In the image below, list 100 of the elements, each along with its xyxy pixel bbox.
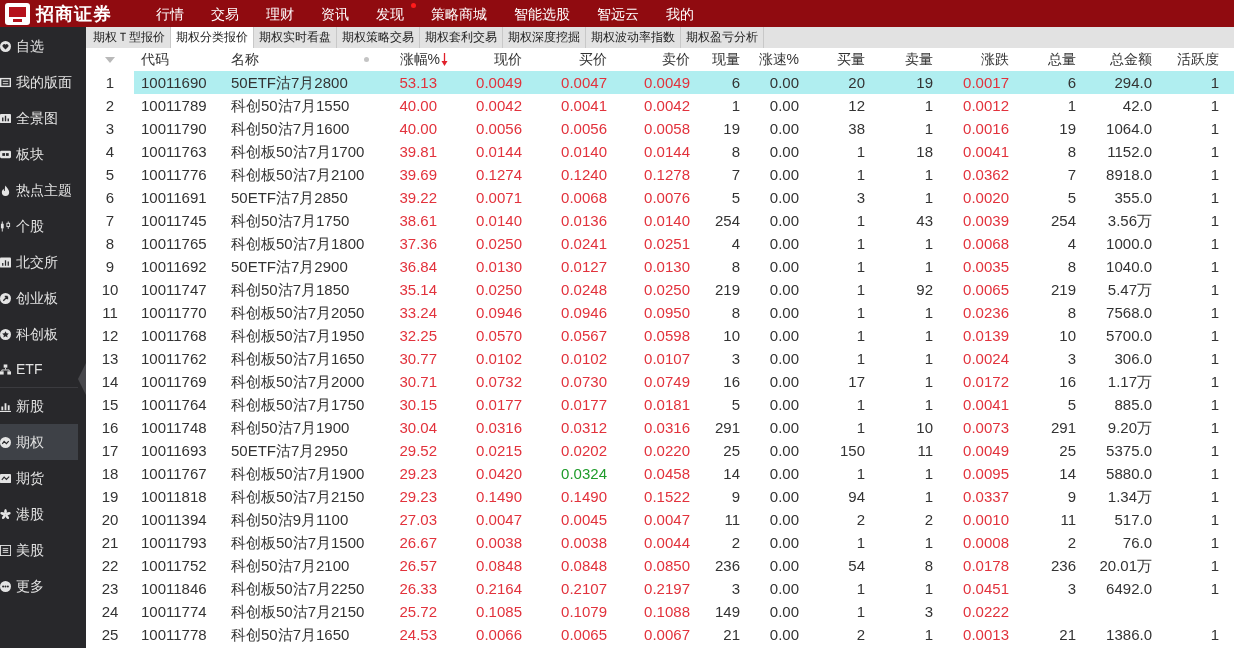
column-header[interactable]: 现量 <box>694 48 744 71</box>
column-header[interactable]: 活跃度 <box>1156 48 1234 71</box>
column-header[interactable]: 卖价 <box>611 48 694 71</box>
menu-item[interactable]: 行情 <box>156 2 184 25</box>
sidebar-item[interactable]: 个股 <box>0 208 78 244</box>
table-row[interactable]: 21 10011793 科创板50沽7月1500 26.67 0.0038 0.0038 0.0044 2 0.00 1 1 0.0008 2 76.0 1 <box>86 531 1234 554</box>
table-row[interactable]: 17 10011693 50ETF沽7月2950 29.52 0.0215 0.0202 0.0220 25 0.00 150 11 0.0049 25 5375.0 1 <box>86 439 1234 462</box>
row-number: 18 <box>100 464 120 484</box>
sidebar-item[interactable]: 科创板 <box>0 316 78 352</box>
sidebar-item[interactable]: 美股 <box>0 532 78 568</box>
table-row[interactable]: 23 10011846 科创板50沽7月2250 26.33 0.2164 0.2107 0.2197 3 0.00 1 1 0.0451 3 6492.0 1 <box>86 577 1234 600</box>
column-header[interactable]: 买价 <box>526 48 611 71</box>
table-row[interactable]: 13 10011762 科创板50沽7月1650 30.77 0.0102 0.0102 0.0107 3 0.00 1 1 0.0024 3 306.0 1 <box>86 347 1234 370</box>
table-row[interactable]: 9 10011692 50ETF沽7月2900 36.84 0.0130 0.0127 0.0130 8 0.00 1 1 0.0035 8 1040.0 1 <box>86 255 1234 278</box>
table-row[interactable]: 1 10011690 50ETF沽7月2800 53.13 0.0049 0.0047 0.0049 6 0.00 20 19 0.0017 6 294.0 1 <box>86 71 1234 94</box>
sidebar-item[interactable]: 自选 <box>0 28 78 64</box>
table-cell-text: 0.0073 <box>962 418 1010 438</box>
tab[interactable]: 期权策略交易 <box>337 27 420 48</box>
column-header[interactable]: 卖量 <box>869 48 937 71</box>
table-row[interactable]: 14 10011769 科创板50沽7月2000 30.71 0.0732 0.0730 0.0749 16 0.00 17 1 0.0172 16 1.17万 1 <box>86 370 1234 393</box>
column-header[interactable]: 涨幅% <box>375 48 450 71</box>
table-cell-text: 0.00 <box>768 142 800 162</box>
sidebar-item[interactable]: 我的版面 <box>0 64 78 100</box>
collapse-handle-icon[interactable] <box>78 363 86 395</box>
table-cell-text: 0.00 <box>768 119 800 139</box>
table-row[interactable]: 24 10011774 科创板50沽7月2150 25.72 0.1085 0.1079 0.1088 149 0.00 1 3 0.0222 <box>86 600 1234 623</box>
table-cell-text: 1 <box>1209 625 1220 645</box>
table-row[interactable]: 18 10011767 科创板50沽7月1900 29.23 0.0420 0.0324 0.0458 14 0.00 1 1 0.0095 14 5880.0 1 <box>86 462 1234 485</box>
column-header[interactable]: 涨跌 <box>937 48 1013 71</box>
table-row[interactable]: 3 10011790 科创50沽7月1600 40.00 0.0056 0.0056 0.0058 19 0.00 38 1 0.0016 19 1064.0 1 <box>86 117 1234 140</box>
table-cell-text: 0.0950 <box>643 303 691 323</box>
sidebar-item[interactable]: 港股 <box>0 496 78 532</box>
table-cell-text: 19 <box>1058 119 1077 139</box>
menu-item[interactable]: 资讯 <box>321 2 349 25</box>
sidebar-item[interactable]: 期权 <box>0 424 78 460</box>
tab[interactable]: 期权实时看盘 <box>254 27 337 48</box>
tab[interactable]: 期权分类报价 <box>171 27 254 48</box>
table-cell: 0.0047 <box>526 71 611 94</box>
menu-item[interactable]: 发现 <box>376 2 404 25</box>
column-header[interactable]: 总量 <box>1013 48 1080 71</box>
table-cell-text: 8918.0 <box>1105 165 1153 185</box>
table-row[interactable]: 5 10011776 科创板50沽7月2100 39.69 0.1274 0.1240 0.1278 7 0.00 1 1 0.0362 7 8918.0 1 <box>86 163 1234 186</box>
menu-item[interactable]: 智能选股 <box>514 2 570 25</box>
menu-item[interactable]: 智远云 <box>597 2 639 25</box>
table-cell-text: 0.00 <box>768 464 800 484</box>
tab[interactable]: 期权深度挖掘 <box>503 27 586 48</box>
column-header[interactable]: 代码 <box>134 48 225 71</box>
dropdown-triangle-icon[interactable] <box>105 57 115 64</box>
sidebar-item[interactable]: 全景图 <box>0 100 78 136</box>
table-cell-text: 10011765 <box>140 234 208 254</box>
table-row[interactable]: 2 10011789 科创50沽7月1550 40.00 0.0042 0.0041 0.0042 1 0.00 12 1 0.0012 1 42.0 1 <box>86 94 1234 117</box>
table-cell-text: 0.00 <box>768 418 800 438</box>
table-cell: 0.0017 <box>937 71 1013 94</box>
table-cell: 0.0041 <box>526 94 611 117</box>
table-cell-text: 0.00 <box>768 165 800 185</box>
table-cell-text: 0.00 <box>768 556 800 576</box>
sidebar-item[interactable]: 板块 <box>0 136 78 172</box>
column-header[interactable]: 涨速% <box>744 48 803 71</box>
table-cell-text: 10011748 <box>140 418 208 438</box>
table-row[interactable]: 4 10011763 科创板50沽7月1700 39.81 0.0144 0.0140 0.0144 8 0.00 1 18 0.0041 8 1152.0 1 <box>86 140 1234 163</box>
table-cell-text: 10011752 <box>140 556 208 576</box>
table-row[interactable]: 12 10011768 科创板50沽7月1950 32.25 0.0570 0.0567 0.0598 10 0.00 1 1 0.0139 10 5700.0 1 <box>86 324 1234 347</box>
table-row[interactable]: 22 10011752 科创50沽7月2100 26.57 0.0848 0.0848 0.0850 236 0.00 54 8 0.0178 236 20.01万 1 <box>86 554 1234 577</box>
sidebar-item[interactable]: 更多 <box>0 568 78 604</box>
table-row[interactable]: 19 10011818 科创板50沽7月2150 29.23 0.1490 0.1490 0.1522 9 0.00 94 1 0.0337 9 1.34万 1 <box>86 485 1234 508</box>
sort-down-arrow-icon[interactable] <box>441 53 448 66</box>
table-row[interactable]: 25 10011778 科创50沽7月1650 24.53 0.0066 0.0065 0.0067 21 0.00 2 1 0.0013 21 1386.0 1 <box>86 623 1234 646</box>
table-cell-text: 2 <box>1066 533 1077 553</box>
menu-item[interactable]: 策略商城 <box>431 2 487 25</box>
table-row[interactable]: 15 10011764 科创板50沽7月1750 30.15 0.0177 0.0177 0.0181 5 0.00 1 1 0.0041 5 885.0 1 <box>86 393 1234 416</box>
menu-item[interactable]: 我的 <box>666 2 694 25</box>
table-row[interactable]: 11 10011770 科创板50沽7月2050 33.24 0.0946 0.0946 0.0950 8 0.00 1 1 0.0236 8 7568.0 1 <box>86 301 1234 324</box>
sidebar-item[interactable]: ETF <box>0 352 78 388</box>
sidebar-item[interactable]: 北交所 <box>0 244 78 280</box>
table-row[interactable]: 10 10011747 科创50沽7月1850 35.14 0.0250 0.0248 0.0250 219 0.00 1 92 0.0065 219 5.47万 1 <box>86 278 1234 301</box>
table-cell-text: 0.1490 <box>475 487 523 507</box>
sidebar-item[interactable]: 期货 <box>0 460 78 496</box>
tab[interactable]: 期权波动率指数 <box>586 27 681 48</box>
tab[interactable]: 期权套利交易 <box>420 27 503 48</box>
column-header[interactable]: 名称 <box>225 48 375 71</box>
sidebar-item[interactable]: 新股 <box>0 388 78 424</box>
menu-item[interactable]: 交易 <box>211 2 239 25</box>
table-cell-text: 10011691 <box>140 188 208 208</box>
table-row[interactable]: 8 10011765 科创板50沽7月1800 37.36 0.0250 0.0241 0.0251 4 0.00 1 1 0.0068 4 1000.0 1 <box>86 232 1234 255</box>
table-cell-text: 1 <box>1209 165 1220 185</box>
table-row[interactable]: 6 10011691 50ETF沽7月2850 39.22 0.0071 0.0068 0.0076 5 0.00 3 1 0.0020 5 355.0 1 <box>86 186 1234 209</box>
table-cell-text: 0.2164 <box>475 579 523 599</box>
column-header[interactable]: 买量 <box>803 48 869 71</box>
menu-item[interactable]: 理财 <box>266 2 294 25</box>
column-header[interactable]: 总金额 <box>1080 48 1156 71</box>
sidebar-item[interactable]: 创业板 <box>0 280 78 316</box>
sidebar-item[interactable]: 热点主题 <box>0 172 78 208</box>
table-cell-text: 科创板50沽7月1700 <box>230 142 366 162</box>
table-row[interactable]: 7 10011745 科创50沽7月1750 38.61 0.0140 0.0136 0.0140 254 0.00 1 43 0.0039 254 3.56万 1 <box>86 209 1234 232</box>
table-row[interactable]: 16 10011748 科创50沽7月1900 30.04 0.0316 0.0312 0.0316 291 0.00 1 10 0.0073 291 9.20万 1 <box>86 416 1234 439</box>
table-cell-text: 236 <box>1049 556 1077 576</box>
table-cell-text: 24.53 <box>398 625 438 645</box>
table-row[interactable]: 20 10011394 科创50沽9月1100 27.03 0.0047 0.0045 0.0047 11 0.00 2 2 0.0010 11 517.0 1 <box>86 508 1234 531</box>
tab[interactable]: 期权盈亏分析 <box>681 27 764 48</box>
column-header[interactable]: 现价 <box>450 48 526 71</box>
